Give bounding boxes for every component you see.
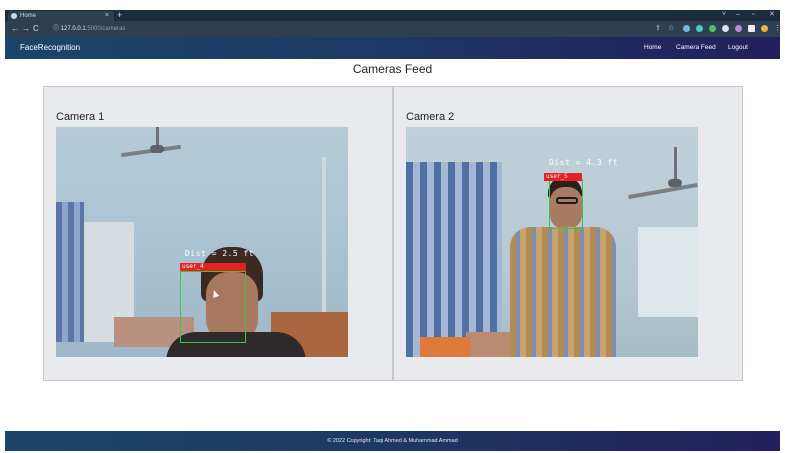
face-detection-box	[180, 271, 246, 343]
camera-title: Camera 2	[406, 111, 455, 123]
ceiling-fan-rod	[156, 127, 159, 147]
browser-tab-home[interactable]: Home ×	[8, 11, 114, 21]
footer: © 2022 Copyright: Taqi Ahmed & Muhammad …	[5, 431, 780, 451]
reload-icon[interactable]: C	[33, 24, 39, 34]
distance-readout: Dist = 2.5 ft	[185, 249, 255, 258]
globe-icon	[11, 13, 17, 19]
back-arrow-icon[interactable]: ←	[11, 24, 19, 34]
browser-toolbar: ← → C ⓘ 127.0.0.1:5000/cameras ⇪ ☆ ⋮	[5, 21, 781, 37]
camera-feed-2: user_5 Dist = 4.3 ft	[406, 127, 698, 357]
share-icon[interactable]: ⇪	[655, 24, 661, 34]
footer-copyright: © 2022 Copyright: Taqi Ahmed & Muhammad …	[327, 438, 458, 444]
ceiling-fan-rod	[674, 147, 677, 182]
url-path: :5000/cameras	[85, 26, 126, 32]
browser-tab-title: Home	[20, 13, 37, 19]
person-shirt	[510, 227, 616, 357]
address-bar[interactable]: ⓘ 127.0.0.1:5000/cameras	[53, 24, 125, 34]
extension-icon[interactable]	[683, 25, 690, 32]
curtain	[406, 162, 502, 357]
nav-link-camera-feed[interactable]: Camera Feed	[676, 37, 716, 59]
new-tab-button[interactable]: +	[117, 10, 122, 20]
user-label: user_5	[544, 173, 582, 181]
tab-search-icon[interactable]: ˅	[722, 10, 726, 20]
forward-arrow-icon[interactable]: →	[22, 24, 30, 34]
close-tab-icon[interactable]: ×	[105, 11, 109, 21]
bookmark-star-icon[interactable]: ☆	[668, 24, 674, 34]
camera-card-2: Camera 2 user_5 Dist = 4.3 ft	[393, 86, 743, 381]
orange-object	[420, 337, 470, 357]
info-icon: ⓘ	[53, 26, 61, 32]
maximize-button[interactable]: ▫	[752, 10, 754, 20]
app-navbar: FaceRecognition Home Camera Feed Logout	[5, 37, 780, 59]
camera-feed-1: user_4 Dist = 2.5 ft	[56, 127, 348, 357]
ceiling-fan-hub	[150, 145, 164, 153]
nav-link-logout[interactable]: Logout	[728, 37, 748, 59]
extension-icon[interactable]	[735, 25, 742, 32]
profile-avatar[interactable]	[761, 25, 768, 32]
url-host: 127.0.0.1	[60, 26, 86, 32]
page-title: Cameras Feed	[352, 62, 433, 76]
extension-icon[interactable]	[722, 25, 729, 32]
minimize-button[interactable]: –	[736, 10, 740, 20]
browser-tabstrip: Home × + ˅ – ▫ ✕	[5, 10, 780, 21]
camera-card-1: Camera 1 user_4 Dist = 2.5 ft	[43, 86, 393, 381]
close-window-button[interactable]: ✕	[769, 10, 775, 20]
extension-icon[interactable]	[696, 25, 703, 32]
nav-link-home[interactable]: Home	[644, 37, 661, 59]
ceiling-fan-hub	[668, 179, 682, 187]
face-detection-box	[549, 179, 583, 229]
curtain	[56, 202, 84, 342]
sidebar-icon[interactable]	[748, 25, 755, 32]
extension-icon[interactable]	[709, 25, 716, 32]
distance-readout: Dist = 4.3 ft	[549, 158, 619, 167]
ceiling-fan-blade	[628, 182, 698, 200]
camera-title: Camera 1	[56, 111, 105, 123]
browser-menu-icon[interactable]: ⋮	[774, 24, 781, 34]
user-label: user_4	[180, 263, 246, 271]
navbar-brand[interactable]: FaceRecognition	[20, 37, 80, 59]
window	[638, 227, 698, 317]
